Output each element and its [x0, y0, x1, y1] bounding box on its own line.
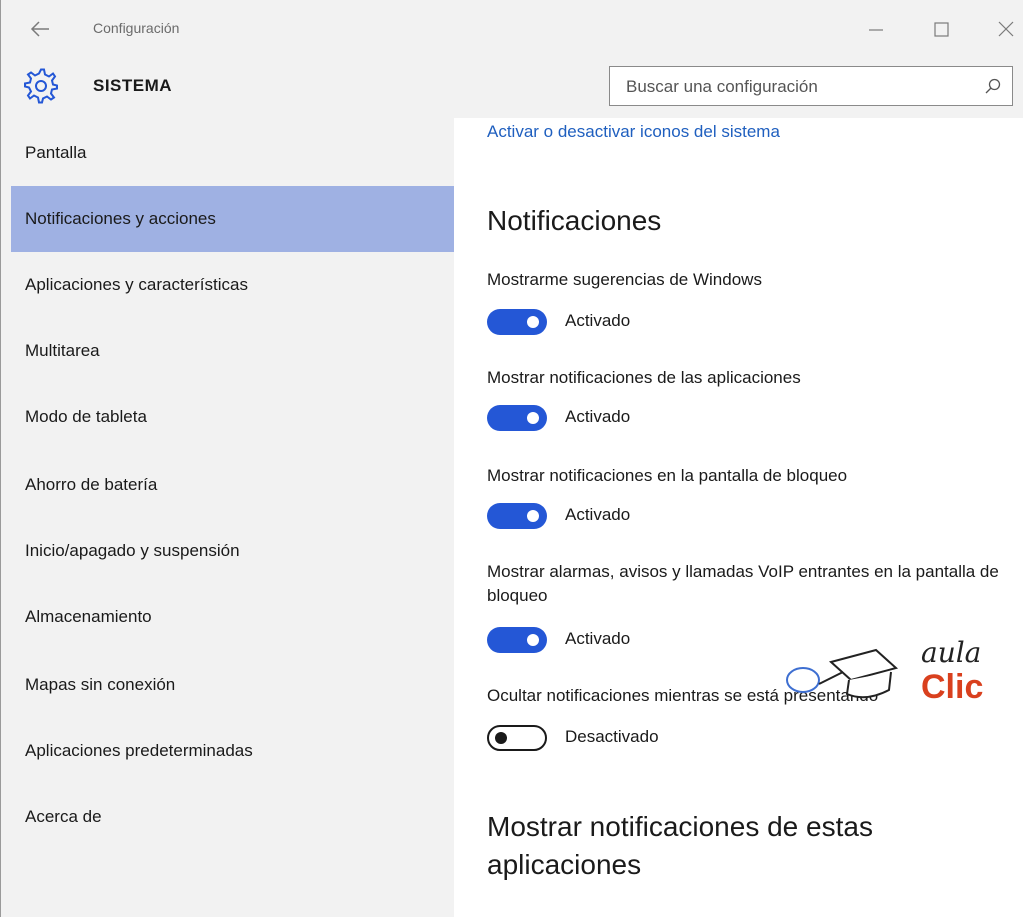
graduation-cap-icon	[786, 648, 899, 699]
sidebar-item-multitarea[interactable]: Multitarea	[11, 318, 454, 384]
toggle-state-label: Activado	[565, 407, 631, 426]
setting-label: Mostrar alarmas, avisos y llamadas VoIP …	[487, 562, 999, 605]
sidebar-item-label: Inicio/apagado y suspensión	[25, 541, 240, 560]
toggle-knob	[495, 732, 507, 744]
toggle-knob	[527, 316, 539, 328]
toggle-knob	[527, 412, 539, 424]
sidebar-item-label: Acerca de	[25, 807, 102, 826]
lockscreen-notifications-toggle[interactable]	[487, 503, 547, 529]
sidebar-item-inicio-apagado[interactable]: Inicio/apagado y suspensión	[11, 518, 454, 584]
sidebar-item-label: Almacenamiento	[25, 607, 152, 626]
toggle-state-label: Activado	[565, 629, 631, 648]
setting-label: Mostrar notificaciones en la pantalla de…	[487, 466, 848, 485]
toggle-state-label: Activado	[565, 505, 631, 524]
toggle-state-label: Desactivado	[565, 727, 659, 746]
sidebar-item-notificaciones[interactable]: Notificaciones y acciones	[11, 186, 454, 252]
notifications-heading: Notificaciones	[487, 205, 662, 236]
sidebar-item-label: Ahorro de batería	[25, 475, 158, 494]
setting-label: Mostrarme sugerencias de Windows	[487, 270, 762, 289]
sidebar-item-ahorro-bateria[interactable]: Ahorro de batería	[11, 452, 454, 518]
window-title: Configuración	[93, 20, 180, 36]
sidebar-item-modo-tableta[interactable]: Modo de tableta	[11, 384, 454, 450]
settings-window: Configuración SISTEMA P	[0, 0, 1023, 917]
sidebar-item-label: Pantalla	[25, 143, 87, 162]
close-button[interactable]	[991, 14, 1021, 44]
title-bar: Configuración	[1, 0, 1023, 58]
maximize-button[interactable]	[927, 14, 957, 44]
sidebar-item-label: Mapas sin conexión	[25, 675, 176, 694]
sidebar-item-label: Aplicaciones y características	[25, 275, 248, 294]
apps-notifications-heading: Mostrar notificaciones de estas aplicaci…	[487, 811, 873, 880]
minimize-button[interactable]	[861, 14, 891, 44]
sidebar-item-pantalla[interactable]: Pantalla	[11, 120, 454, 186]
voip-alarms-toggle[interactable]	[487, 627, 547, 653]
settings-header: SISTEMA	[1, 58, 1023, 118]
app-notifications-toggle[interactable]	[487, 405, 547, 431]
aulaclic-logo: aula Clic	[786, 636, 983, 706]
sidebar: Pantalla Notificaciones y acciones Aplic…	[1, 118, 454, 917]
gear-icon	[24, 68, 58, 104]
sidebar-item-label: Modo de tableta	[25, 407, 147, 426]
sidebar-item-aplicaciones[interactable]: Aplicaciones y características	[11, 252, 454, 318]
toggle-knob	[527, 634, 539, 646]
toggle-state-label: Activado	[565, 311, 631, 330]
logo-text-aula: aula	[921, 636, 981, 669]
hide-when-presenting-toggle[interactable]	[487, 725, 547, 751]
settings-content: Activar o desactivar iconos del sistema …	[454, 118, 1023, 917]
sidebar-item-mapas[interactable]: Mapas sin conexión	[11, 652, 454, 718]
sidebar-item-label: Aplicaciones predeterminadas	[25, 741, 253, 760]
back-arrow-icon[interactable]	[29, 18, 51, 40]
toggle-knob	[527, 510, 539, 522]
sidebar-item-aplicaciones-predeterminadas[interactable]: Aplicaciones predeterminadas	[11, 718, 454, 784]
system-icons-link[interactable]: Activar o desactivar iconos del sistema	[487, 122, 780, 142]
search-icon[interactable]	[984, 77, 1002, 95]
sidebar-item-almacenamiento[interactable]: Almacenamiento	[11, 584, 454, 650]
sidebar-item-label: Notificaciones y acciones	[25, 209, 216, 228]
sidebar-item-acerca-de[interactable]: Acerca de	[11, 784, 454, 850]
windows-tips-toggle[interactable]	[487, 309, 547, 335]
search-box[interactable]	[609, 66, 1013, 106]
logo-text-clic: Clic	[921, 668, 983, 706]
sidebar-item-label: Multitarea	[25, 341, 100, 360]
search-input[interactable]	[624, 74, 968, 100]
section-title: SISTEMA	[93, 76, 173, 95]
setting-label: Mostrar notificaciones de las aplicacion…	[487, 368, 801, 387]
